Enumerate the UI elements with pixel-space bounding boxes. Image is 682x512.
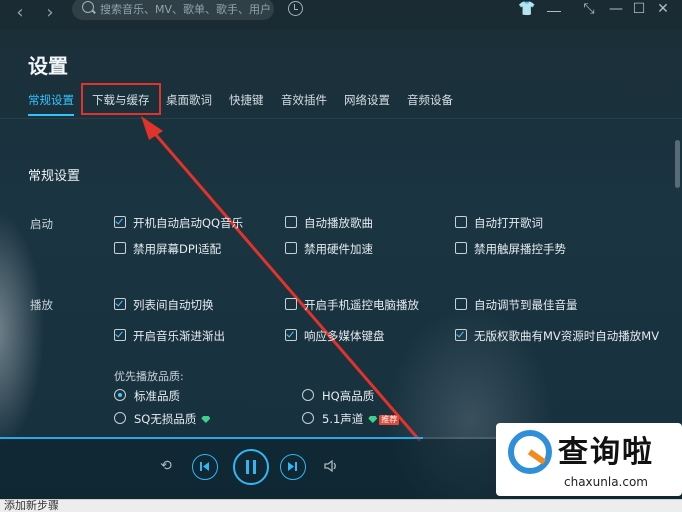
next-button[interactable] (280, 454, 306, 480)
checkbox-icon[interactable] (114, 298, 126, 310)
group-label-startup: 启动 (30, 217, 53, 231)
radio-5-1[interactable]: 5.1声道 推荐 (302, 411, 400, 427)
checkbox-disable-dpi[interactable]: 禁用屏幕DPI适配 (114, 241, 221, 257)
radio-hq[interactable]: HQ高品质 (302, 388, 374, 404)
previous-button[interactable] (192, 454, 218, 480)
radio-icon[interactable] (302, 389, 314, 401)
watermark-logo: 查询啦 chaxunla.com (496, 423, 682, 496)
previous-icon (200, 462, 209, 471)
quality-label: 优先播放品质: (114, 370, 184, 383)
checkbox-media-keys[interactable]: 响应多媒体键盘 (285, 328, 385, 344)
scrollbar[interactable] (675, 140, 680, 188)
next-icon (288, 462, 297, 471)
checkbox-icon[interactable] (114, 242, 126, 254)
checkbox-auto-volume[interactable]: 自动调节到最佳音量 (455, 297, 578, 313)
loop-icon[interactable]: ⟲ (158, 458, 174, 474)
checkbox-icon[interactable] (455, 242, 467, 254)
checkbox-icon[interactable] (285, 329, 297, 341)
checkbox-fade[interactable]: 开启音乐渐进渐出 (114, 328, 225, 344)
checkbox-autoplay[interactable]: 自动播放歌曲 (285, 215, 373, 231)
section-title: 常规设置 (28, 169, 81, 184)
logo-url: chaxunla.com (564, 475, 648, 489)
gem-icon (368, 416, 378, 423)
checkbox-icon[interactable] (114, 216, 126, 228)
checkbox-icon[interactable] (285, 242, 297, 254)
logo-text: 查询啦 (558, 435, 654, 470)
pause-icon (246, 460, 256, 474)
checkbox-icon[interactable] (114, 329, 126, 341)
checkbox-list-switch[interactable]: 列表间自动切换 (114, 297, 214, 313)
checkbox-icon[interactable] (455, 329, 467, 341)
recommend-badge: 推荐 (379, 415, 400, 425)
bottom-strip: 添加新步骤 (0, 499, 682, 512)
radio-standard[interactable]: 标准品质 (114, 388, 180, 404)
pause-button[interactable] (233, 449, 269, 485)
checkbox-icon[interactable] (285, 298, 297, 310)
checkbox-icon[interactable] (285, 216, 297, 228)
radio-icon[interactable] (302, 412, 314, 424)
radio-icon[interactable] (114, 389, 126, 401)
checkbox-autostart[interactable]: 开机自动启动QQ音乐 (114, 215, 243, 231)
gem-icon (201, 416, 211, 423)
radio-icon[interactable] (114, 412, 126, 424)
checkbox-icon[interactable] (455, 216, 467, 228)
checkbox-remote-control[interactable]: 开启手机遥控电脑播放 (285, 297, 419, 313)
checkbox-icon[interactable] (455, 298, 467, 310)
bottom-strip-text: 添加新步骤 (4, 499, 59, 512)
checkbox-auto-mv[interactable]: 无版权歌曲有MV资源时自动播放MV (455, 328, 659, 344)
checkbox-disable-touch[interactable]: 禁用触屏播控手势 (455, 241, 566, 257)
checkbox-disable-hw-accel[interactable]: 禁用硬件加速 (285, 241, 373, 257)
checkbox-auto-lyrics[interactable]: 自动打开歌词 (455, 215, 543, 231)
group-label-playback: 播放 (30, 298, 53, 312)
volume-icon[interactable] (323, 458, 339, 474)
logo-magnifier-icon (508, 430, 552, 474)
radio-sq[interactable]: SQ无损品质 (114, 411, 211, 427)
